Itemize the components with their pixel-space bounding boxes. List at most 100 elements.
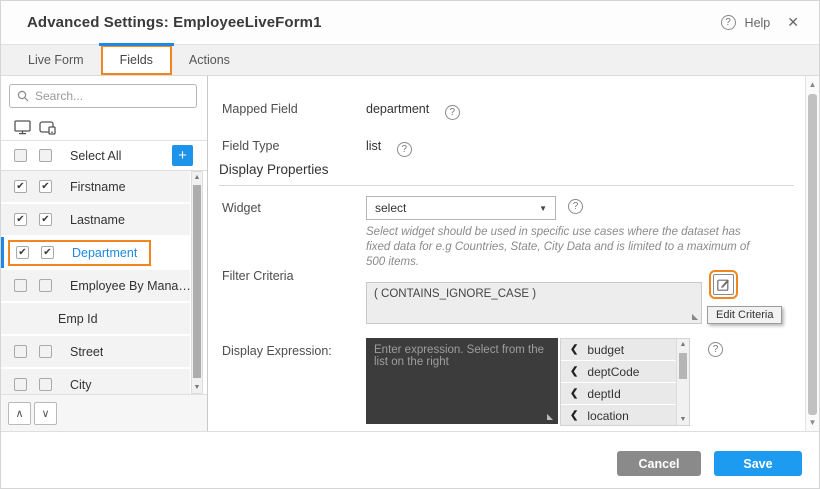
field-type-label: Field Type (222, 139, 279, 153)
scroll-up-icon[interactable]: ▲ (192, 174, 202, 181)
help-icon[interactable]: ? (721, 15, 736, 30)
desktop-icon[interactable] (14, 120, 32, 135)
edit-criteria-button[interactable] (713, 274, 734, 295)
expression-field-location[interactable]: ❮ location (561, 405, 676, 426)
move-field-up-button[interactable]: ∧ (8, 402, 31, 425)
dialog-header: Advanced Settings: EmployeeLiveForm1 ? H… (1, 1, 819, 44)
field-row-emp-id[interactable]: Emp Id (1, 303, 190, 334)
cancel-button[interactable]: Cancel (617, 451, 701, 476)
filter-criteria-textarea[interactable]: ( CONTAINS_IGNORE_CASE ) (366, 282, 702, 324)
mapped-field-value: department ? (366, 102, 460, 120)
widget-select-value: select (375, 201, 406, 215)
expression-list-scrollbar[interactable]: ▲ ▼ (676, 339, 689, 425)
mobile-tablet-icon[interactable] (39, 120, 58, 135)
scroll-up-icon[interactable]: ▲ (677, 341, 689, 348)
mapped-field-value-text: department (366, 102, 429, 116)
widget-label: Widget (222, 201, 261, 215)
tab-live-form[interactable]: Live Form (11, 45, 101, 75)
search-icon (17, 90, 29, 102)
sidebar-scrollbar[interactable]: ▲ ▼ (191, 171, 203, 394)
search-input[interactable] (35, 89, 189, 103)
pencil-square-icon (717, 278, 730, 291)
field-type-help-icon[interactable]: ? (397, 142, 412, 157)
tab-fields[interactable]: Fields (101, 45, 172, 75)
field-row-street[interactable]: Street (1, 336, 190, 367)
edit-criteria-tooltip: Edit Criteria (707, 306, 782, 324)
widget-help-icon[interactable]: ? (568, 199, 583, 214)
desktop-checkbox[interactable]: ✔ (16, 246, 29, 259)
close-icon[interactable]: ✕ (787, 14, 799, 31)
expression-field-label: location (587, 409, 628, 423)
mobile-checkbox[interactable]: ✔ (41, 246, 54, 259)
desktop-checkbox[interactable]: ✔ (14, 213, 27, 226)
resize-handle-icon[interactable]: ◢ (692, 312, 698, 321)
field-row-department[interactable]: ✔ ✔ Department (1, 237, 190, 268)
field-type-value: list ? (366, 139, 412, 157)
tab-actions[interactable]: Actions (172, 45, 247, 75)
widget-select[interactable]: select ▼ (366, 196, 556, 220)
scroll-down-icon[interactable]: ▼ (677, 416, 689, 423)
field-label: Lastname (70, 213, 125, 227)
field-label: Department (72, 246, 137, 260)
display-properties-title: Display Properties (219, 162, 329, 177)
desktop-checkbox[interactable]: ✔ (14, 180, 27, 193)
widget-help-text: Select widget should be used in specific… (366, 225, 766, 270)
scroll-down-icon[interactable]: ▼ (192, 384, 202, 391)
select-all-row: Select All + (1, 141, 207, 171)
field-row-lastname[interactable]: ✔ ✔ Lastname (1, 204, 190, 235)
display-expression-label: Display Expression: (222, 344, 332, 358)
field-reorder-bar: ∧ ∨ (1, 394, 207, 431)
desktop-checkbox[interactable] (14, 345, 27, 358)
scroll-up-icon[interactable]: ▲ (806, 80, 819, 89)
chevron-left-icon: ❮ (570, 366, 578, 377)
help-link[interactable]: Help (745, 16, 771, 30)
mobile-checkbox[interactable] (39, 279, 52, 292)
desktop-checkbox[interactable] (14, 279, 27, 292)
field-list: ✔ ✔ Firstname ✔ ✔ Lastname ✔ ✔ Departmen… (1, 171, 207, 394)
field-label: Employee By Mana… (70, 279, 190, 293)
mapped-field-label: Mapped Field (222, 102, 298, 116)
scrollbar-thumb[interactable] (193, 185, 201, 378)
expression-field-label: budget (587, 343, 624, 357)
move-field-down-button[interactable]: ∨ (34, 402, 57, 425)
mapped-field-help-icon[interactable]: ? (445, 105, 460, 120)
tab-bar: Live Form Fields Actions (1, 44, 819, 76)
expression-field-deptid[interactable]: ❮ deptId (561, 383, 676, 404)
advanced-settings-dialog: Advanced Settings: EmployeeLiveForm1 ? H… (0, 0, 820, 489)
mobile-checkbox[interactable] (39, 378, 52, 391)
expression-field-list: ❮ budget ❮ deptCode ❮ deptId ❮ location … (560, 338, 690, 426)
chevron-down-icon: ▼ (539, 204, 547, 213)
expression-field-label: deptCode (587, 365, 639, 379)
mobile-checkbox[interactable]: ✔ (39, 180, 52, 193)
desktop-checkbox[interactable] (14, 378, 27, 391)
scroll-down-icon[interactable]: ▼ (806, 418, 819, 427)
field-type-value-text: list (366, 139, 381, 153)
chevron-left-icon: ❮ (570, 344, 578, 355)
field-label: Street (70, 345, 103, 359)
select-all-label: Select All (70, 149, 121, 163)
resize-handle-icon[interactable]: ◢ (547, 412, 553, 421)
add-field-button[interactable]: + (172, 145, 193, 166)
field-row-employee-by-manager[interactable]: Employee By Mana… (1, 270, 190, 301)
select-all-mobile-checkbox[interactable] (39, 149, 52, 162)
field-label: Emp Id (58, 312, 98, 326)
device-toggle-row (1, 115, 207, 141)
field-settings-panel: Mapped Field department ? Field Type lis… (208, 76, 805, 431)
section-divider (219, 185, 794, 186)
field-row-firstname[interactable]: ✔ ✔ Firstname (1, 171, 190, 202)
select-all-desktop-checkbox[interactable] (14, 149, 27, 162)
scrollbar-thumb[interactable] (679, 353, 687, 379)
expression-field-budget[interactable]: ❮ budget (561, 339, 676, 360)
expression-field-deptcode[interactable]: ❮ deptCode (561, 361, 676, 382)
display-expression-textarea[interactable] (366, 338, 558, 424)
mobile-checkbox[interactable] (39, 345, 52, 358)
tab-fields-label: Fields (120, 53, 153, 67)
main-scrollbar[interactable]: ▲ ▼ (805, 76, 819, 431)
mobile-checkbox[interactable]: ✔ (39, 213, 52, 226)
scrollbar-thumb[interactable] (808, 94, 817, 415)
field-row-city[interactable]: City (1, 369, 190, 394)
tab-actions-label: Actions (189, 53, 230, 67)
display-expression-help-icon[interactable]: ? (708, 342, 723, 357)
expression-field-label: deptId (587, 387, 620, 401)
save-button[interactable]: Save (714, 451, 802, 476)
